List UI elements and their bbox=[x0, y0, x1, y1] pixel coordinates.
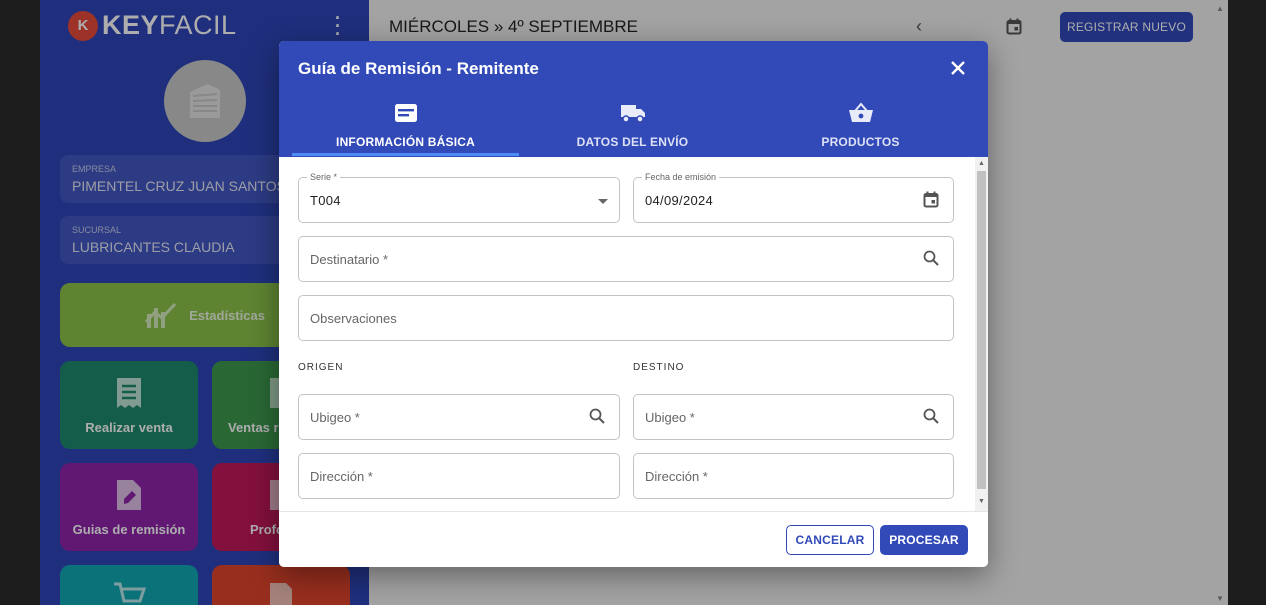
active-tab-indicator bbox=[292, 153, 519, 156]
dialog-footer: CANCELAR PROCESAR bbox=[279, 511, 988, 567]
tab-label: PRODUCTOS bbox=[821, 135, 900, 149]
destino-direccion-field[interactable]: Dirección * bbox=[633, 453, 954, 499]
guia-remision-dialog: Guía de Remisión - Remitente INFORMACIÓN… bbox=[279, 41, 988, 567]
observaciones-field[interactable]: Observaciones bbox=[298, 295, 954, 341]
cancel-button[interactable]: CANCELAR bbox=[786, 525, 874, 555]
origen-section-title: ORIGEN bbox=[298, 362, 344, 373]
origen-direccion-field[interactable]: Dirección * bbox=[298, 453, 620, 499]
fecha-value: 04/09/2024 bbox=[645, 193, 714, 208]
fecha-emision-field[interactable]: Fecha de emisión 04/09/2024 bbox=[633, 172, 954, 223]
origen-ubigeo-placeholder: Ubigeo * bbox=[310, 410, 360, 425]
serie-select[interactable]: Serie * T004 bbox=[298, 172, 620, 223]
search-icon[interactable] bbox=[923, 250, 939, 266]
process-button[interactable]: PROCESAR bbox=[880, 525, 968, 555]
destino-section-title: DESTINO bbox=[633, 362, 685, 373]
tab-informacion-basica[interactable]: INFORMACIÓN BÁSICA bbox=[292, 101, 519, 157]
search-icon[interactable] bbox=[923, 408, 939, 424]
scrollbar-thumb[interactable] bbox=[977, 171, 986, 489]
destinatario-field[interactable]: Destinatario * bbox=[298, 236, 954, 282]
dropdown-arrow-icon bbox=[598, 199, 608, 204]
serie-label: Serie * bbox=[307, 172, 341, 182]
search-icon[interactable] bbox=[589, 408, 605, 424]
serie-value: T004 bbox=[310, 193, 341, 208]
basket-icon bbox=[848, 102, 873, 122]
dialog-body: Serie * T004 Fecha de emisión 04/09/2024… bbox=[279, 157, 988, 511]
destino-ubigeo-placeholder: Ubigeo * bbox=[645, 410, 695, 425]
tab-label: DATOS DEL ENVÍO bbox=[576, 135, 689, 149]
dialog-scrollbar[interactable]: ▲ ▼ bbox=[975, 157, 988, 511]
tab-productos[interactable]: PRODUCTOS bbox=[747, 101, 974, 157]
dialog-title: Guía de Remisión - Remitente bbox=[298, 59, 539, 78]
origen-direccion-placeholder: Dirección * bbox=[310, 469, 373, 484]
dialog-header: Guía de Remisión - Remitente INFORMACIÓN… bbox=[279, 41, 988, 157]
observaciones-placeholder: Observaciones bbox=[310, 311, 397, 326]
origen-ubigeo-field[interactable]: Ubigeo * bbox=[298, 394, 620, 440]
truck-icon bbox=[620, 105, 645, 123]
destino-direccion-placeholder: Dirección * bbox=[645, 469, 708, 484]
destino-ubigeo-field[interactable]: Ubigeo * bbox=[633, 394, 954, 440]
close-icon[interactable] bbox=[947, 57, 969, 79]
fecha-label: Fecha de emisión bbox=[642, 172, 720, 182]
card-icon bbox=[394, 104, 417, 122]
tab-datos-envio[interactable]: DATOS DEL ENVÍO bbox=[519, 101, 746, 157]
tab-label: INFORMACIÓN BÁSICA bbox=[336, 135, 475, 149]
destinatario-placeholder: Destinatario * bbox=[310, 252, 389, 267]
calendar-icon[interactable] bbox=[923, 191, 939, 208]
